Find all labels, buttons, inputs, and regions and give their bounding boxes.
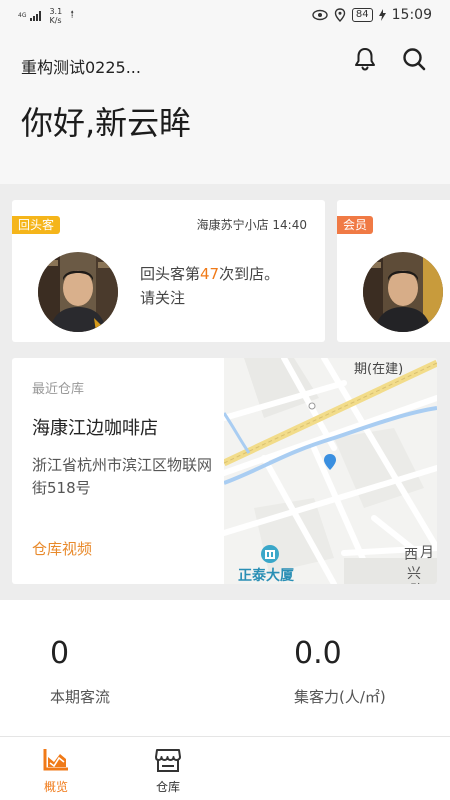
speed-value: 3.1 (49, 6, 63, 16)
map-label-construction: 期(在建) (354, 362, 404, 377)
charging-icon (378, 9, 386, 21)
clock: 15:09 (391, 7, 432, 23)
tab-warehouse[interactable]: 仓库 (138, 745, 198, 795)
status-bar: 4G 3.1 K/s ⭫ 84 15:09 (0, 0, 450, 32)
tab-overview-label: 概览 (43, 780, 68, 794)
member-avatar (363, 252, 443, 332)
status-left: 4G 3.1 K/s ⭫ (18, 6, 74, 25)
warehouse-map[interactable]: 期(在建) 正泰大厦 西 兴 路 月 (221, 358, 437, 584)
warehouse-video-link[interactable]: 仓库视频 (32, 538, 92, 559)
map-label-poi: 正泰大厦 (238, 568, 294, 584)
eye-icon (312, 9, 328, 21)
signal-icon (30, 10, 42, 21)
overview-chart-icon (43, 749, 68, 771)
member-card[interactable]: 会员 (337, 200, 450, 342)
cards-section: 回头客 海康苏宁小店 14:40 回头客第47次到店。 请关注 会员 最近仓库 … (0, 184, 450, 600)
status-right: 84 15:09 (312, 7, 432, 23)
attraction-value: 0.0 (294, 636, 342, 671)
bottom-tab-bar: 概览 仓库 (0, 736, 450, 800)
visit-line-2: 请关注 (140, 289, 186, 307)
map-label-road-1: 西 (404, 547, 418, 563)
warehouse-name: 海康江边咖啡店 (32, 418, 158, 439)
returning-customer-tag: 回头客 (12, 216, 61, 234)
greeting-title: 你好,新云眸 (21, 104, 192, 142)
speed-unit: K/s (49, 15, 62, 25)
customer-flow-value: 0 (50, 636, 70, 671)
visit-prefix: 回头客第 (140, 265, 201, 283)
stats-section: 0 本期客流 0.0 集客力(人/㎡) (0, 600, 450, 736)
usb-icon: ⭫ (70, 8, 75, 21)
store-selector[interactable]: 重构测试0225... (21, 54, 141, 78)
map-label-right: 月 (420, 545, 434, 561)
recent-warehouse-label: 最近仓库 (32, 382, 85, 397)
network-speed: 3.1 K/s (49, 7, 62, 25)
bell-icon[interactable] (352, 46, 378, 72)
warehouse-card[interactable]: 最近仓库 海康江边咖啡店 浙江省杭州市滨江区物联网街518号 仓库视频 期(在建… (12, 358, 437, 584)
customer-card[interactable]: 回头客 海康苏宁小店 14:40 回头客第47次到店。 请关注 (12, 200, 325, 342)
location-icon (334, 8, 346, 22)
network-type: 4G (18, 12, 27, 19)
tab-warehouse-label: 仓库 (155, 780, 180, 794)
tab-overview[interactable]: 概览 (26, 745, 86, 795)
customer-avatar (38, 252, 118, 332)
visit-count: 47 (200, 265, 220, 283)
header: 重构测试0225... 你好,新云眸 (0, 32, 450, 184)
visit-suffix: 次到店。 (219, 265, 280, 283)
store-visit-time: 海康苏宁小店 14:40 (196, 218, 307, 232)
battery-level: 84 (351, 8, 373, 22)
member-tag: 会员 (337, 216, 374, 234)
customer-flow-label: 本期客流 (50, 688, 111, 706)
store-icon (155, 749, 181, 772)
visit-message: 回头客第47次到店。 请关注 (140, 262, 279, 310)
warehouse-address: 浙江省杭州市滨江区物联网街518号 (32, 456, 213, 497)
attraction-label: 集客力(人/㎡) (294, 688, 386, 706)
map-label-road-3: 路 (410, 580, 424, 584)
search-icon[interactable] (401, 46, 427, 72)
visit-line-1: 回头客第47次到店。 (140, 262, 279, 286)
